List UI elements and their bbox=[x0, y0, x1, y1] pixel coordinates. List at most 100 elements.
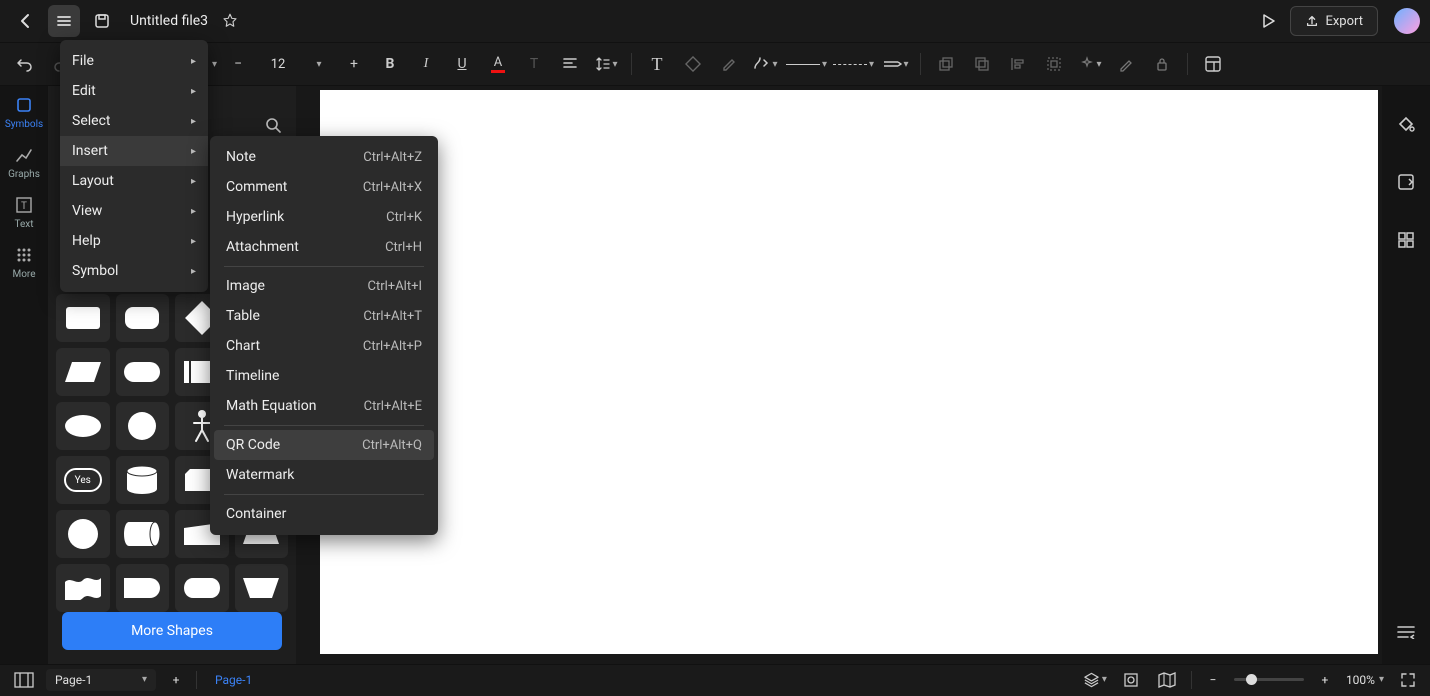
shape-parallelogram[interactable] bbox=[56, 348, 110, 396]
shape-lozenge[interactable] bbox=[175, 564, 229, 612]
line-spacing-button[interactable]: ▾ bbox=[591, 49, 621, 79]
canvas-area[interactable] bbox=[296, 86, 1382, 664]
yes-text: Yes bbox=[75, 475, 91, 486]
text-style-button[interactable]: T bbox=[519, 49, 549, 79]
connector-button[interactable]: ▾ bbox=[750, 49, 780, 79]
zoom-thumb[interactable] bbox=[1246, 674, 1257, 685]
menu-item-insert[interactable]: Insert▸ bbox=[60, 136, 208, 166]
submenu-item-qrcode[interactable]: QR CodeCtrl+Alt+Q bbox=[214, 430, 434, 460]
hamburger-menu-button[interactable] bbox=[48, 5, 80, 37]
align-objects-icon[interactable] bbox=[1003, 49, 1033, 79]
shape-circle[interactable] bbox=[116, 402, 170, 450]
font-size-input[interactable] bbox=[259, 51, 297, 77]
zoom-label[interactable]: 100%▾ bbox=[1346, 673, 1384, 687]
font-size-increase[interactable]: + bbox=[339, 49, 369, 79]
rail-item-text[interactable]: T Text bbox=[13, 194, 35, 230]
save-icon[interactable] bbox=[86, 5, 118, 37]
rail-item-graphs[interactable]: Graphs bbox=[8, 144, 40, 180]
canvas-page[interactable] bbox=[320, 90, 1378, 654]
submenu-item-image[interactable]: ImageCtrl+Alt+I bbox=[214, 271, 434, 301]
menu-item-view[interactable]: View▸ bbox=[60, 196, 208, 226]
submenu-item-hyperlink[interactable]: HyperlinkCtrl+K bbox=[214, 202, 434, 232]
shape-pill[interactable] bbox=[116, 348, 170, 396]
menu-divider bbox=[224, 425, 424, 426]
shape-wave[interactable] bbox=[56, 564, 110, 612]
font-size-decrease[interactable]: − bbox=[223, 49, 253, 79]
menu-item-file[interactable]: File▸ bbox=[60, 46, 208, 76]
file-title[interactable]: Untitled file3 bbox=[130, 13, 208, 29]
shape-can[interactable] bbox=[116, 510, 170, 558]
magic-icon[interactable]: ▾ bbox=[1075, 49, 1105, 79]
shape-cylinder[interactable] bbox=[116, 456, 170, 504]
italic-button[interactable]: I bbox=[411, 49, 441, 79]
panel-toggle-icon[interactable] bbox=[1390, 616, 1422, 648]
chevron-right-icon: ▸ bbox=[191, 176, 196, 187]
export-button[interactable]: Export bbox=[1290, 6, 1378, 36]
align-button[interactable] bbox=[555, 49, 585, 79]
shape-circle2[interactable] bbox=[56, 510, 110, 558]
text-tool-button[interactable]: T bbox=[642, 49, 672, 79]
more-shapes-button[interactable]: More Shapes bbox=[62, 612, 282, 650]
shape-yes[interactable]: Yes bbox=[56, 456, 110, 504]
underline-button[interactable]: U bbox=[447, 49, 477, 79]
shape-trapezoid-dn[interactable] bbox=[235, 564, 289, 612]
add-page-button[interactable]: + bbox=[164, 669, 188, 691]
menu-item-help[interactable]: Help▸ bbox=[60, 226, 208, 256]
submenu-item-watermark[interactable]: Watermark bbox=[214, 460, 434, 490]
map-icon[interactable] bbox=[1155, 664, 1179, 696]
menu-item-select[interactable]: Select▸ bbox=[60, 106, 208, 136]
zoom-out-button[interactable]: − bbox=[1204, 664, 1222, 696]
layout-icon[interactable] bbox=[1198, 49, 1228, 79]
shape-rounded[interactable] bbox=[116, 294, 170, 342]
page-panel-icon[interactable] bbox=[10, 669, 38, 691]
page-select[interactable]: Page-1 ▾ bbox=[46, 669, 156, 691]
menu-item-symbol[interactable]: Symbol▸ bbox=[60, 256, 208, 286]
submenu-item-math[interactable]: Math EquationCtrl+Alt+E bbox=[214, 391, 434, 421]
submenu-item-attachment[interactable]: AttachmentCtrl+H bbox=[214, 232, 434, 262]
zoom-slider[interactable] bbox=[1234, 678, 1304, 681]
bucket-icon[interactable] bbox=[1390, 108, 1422, 140]
rail-item-more[interactable]: More bbox=[12, 244, 35, 280]
line-cap-button[interactable]: ▾ bbox=[880, 49, 910, 79]
submenu-item-note[interactable]: NoteCtrl+Alt+Z bbox=[214, 142, 434, 172]
shape-ellipse[interactable] bbox=[56, 402, 110, 450]
play-icon[interactable] bbox=[1252, 5, 1284, 37]
menu-divider bbox=[224, 266, 424, 267]
highlighter-icon[interactable] bbox=[714, 49, 744, 79]
submenu-item-table[interactable]: TableCtrl+Alt+T bbox=[214, 301, 434, 331]
line-dash-button[interactable]: ▾ bbox=[833, 49, 874, 79]
lock-icon[interactable] bbox=[1147, 49, 1177, 79]
shape-bullet[interactable] bbox=[116, 564, 170, 612]
line-style-button[interactable]: ▾ bbox=[786, 49, 827, 79]
page-tab[interactable]: Page-1 bbox=[205, 673, 262, 687]
menu-item-edit[interactable]: Edit▸ bbox=[60, 76, 208, 106]
submenu-item-container[interactable]: Container bbox=[214, 499, 434, 529]
focus-icon[interactable] bbox=[1119, 664, 1143, 696]
chevron-right-icon: ▸ bbox=[191, 116, 196, 127]
zoom-in-button[interactable]: + bbox=[1316, 664, 1334, 696]
submenu-item-comment[interactable]: CommentCtrl+Alt+X bbox=[214, 172, 434, 202]
apps-icon[interactable] bbox=[1390, 224, 1422, 256]
bold-button[interactable]: B bbox=[375, 49, 405, 79]
font-color-button[interactable]: A bbox=[483, 49, 513, 79]
star-icon[interactable] bbox=[214, 5, 246, 37]
group-icon[interactable] bbox=[1039, 49, 1069, 79]
back-button[interactable] bbox=[10, 5, 42, 37]
edit-icon[interactable] bbox=[1111, 49, 1141, 79]
avatar[interactable] bbox=[1394, 8, 1420, 34]
rail-label: Text bbox=[14, 219, 33, 230]
undo-button[interactable] bbox=[10, 49, 40, 79]
font-size-chevron[interactable]: ▾ bbox=[303, 49, 333, 79]
export-panel-icon[interactable] bbox=[1390, 166, 1422, 198]
shape-rectangle[interactable] bbox=[56, 294, 110, 342]
rail-item-symbols[interactable]: Symbols bbox=[5, 94, 43, 130]
fullscreen-icon[interactable] bbox=[1396, 664, 1420, 696]
submenu-item-timeline[interactable]: Timeline bbox=[214, 361, 434, 391]
shape-fill-button[interactable] bbox=[678, 49, 708, 79]
layer-back-icon[interactable] bbox=[931, 49, 961, 79]
search-icon[interactable] bbox=[264, 116, 282, 134]
layers-icon[interactable]: ▾ bbox=[1083, 664, 1107, 696]
layer-front-icon[interactable] bbox=[967, 49, 997, 79]
submenu-item-chart[interactable]: ChartCtrl+Alt+P bbox=[214, 331, 434, 361]
menu-item-layout[interactable]: Layout▸ bbox=[60, 166, 208, 196]
